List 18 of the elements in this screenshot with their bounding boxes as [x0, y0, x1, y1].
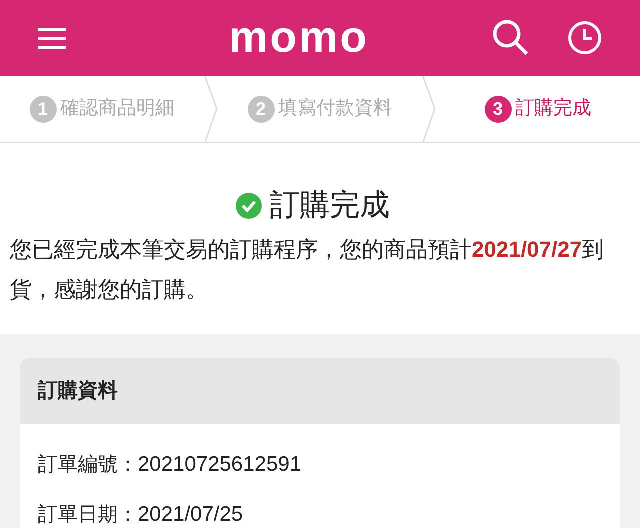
logo[interactable]: momo [229, 16, 369, 60]
step-number: 2 [248, 96, 274, 122]
check-icon [236, 192, 262, 218]
field-value: 20210725612591 [138, 452, 302, 478]
result-title: 訂購完成 [270, 188, 390, 224]
field-label: 訂單日期： [38, 503, 138, 528]
step-label: 訂購完成 [516, 96, 592, 121]
field-value: 2021/07/25 [138, 502, 244, 528]
menu-icon[interactable] [38, 26, 66, 50]
card-title: 訂購資料 [38, 379, 118, 404]
result-message: 您已經完成本筆交易的訂購程序，您的商品預計2021/07/27到貨，感謝您的訂購。 [10, 236, 606, 304]
search-icon[interactable] [492, 19, 530, 57]
step-number: 3 [484, 96, 512, 122]
clock-icon[interactable] [568, 21, 602, 55]
field-label: 訂單編號： [38, 453, 138, 478]
step-label: 填寫付款資料 [278, 96, 392, 121]
step-label: 確認商品明細 [60, 96, 174, 121]
step-number: 1 [30, 96, 56, 122]
